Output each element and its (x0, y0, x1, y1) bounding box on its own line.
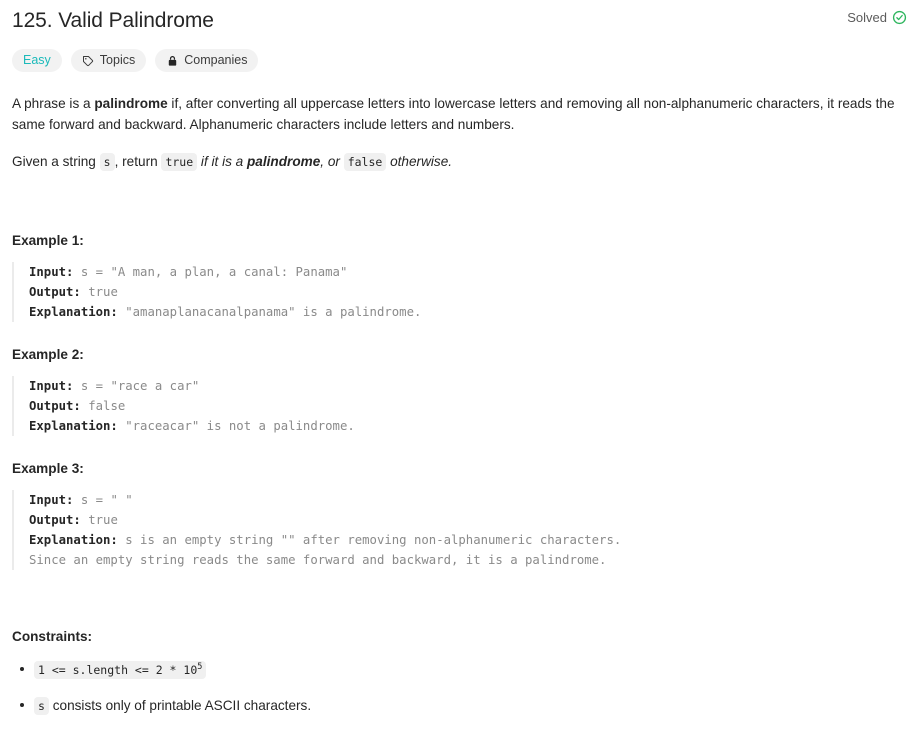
desc2-italic-1: if it is a (197, 154, 247, 169)
companies-badge[interactable]: Companies (155, 49, 259, 72)
constraint-2-suffix: consists only of printable ASCII charact… (48, 698, 312, 713)
inline-code-true: true (161, 153, 198, 171)
description-paragraph-2: Given a string s, return true if it is a… (12, 151, 907, 173)
example-2-heading: Example 2: (12, 347, 84, 362)
difficulty-badge-label: Easy (23, 53, 51, 68)
example-1-heading: Example 1: (12, 233, 84, 248)
example-block-3: Example 3: Input: s = " " Output: true E… (12, 458, 907, 570)
example-3-input-value: s = " " (73, 493, 133, 507)
status-badge: Solved (847, 10, 907, 25)
constraint-2-code-text: s (38, 699, 45, 713)
example-2-explanation-label: Explanation: (29, 419, 118, 433)
constraint-1-code: 1 <= s.length <= 2 * 105 (34, 661, 207, 679)
lock-icon (166, 55, 178, 67)
example-2-explanation-value: "raceacar" is not a palindrome. (117, 419, 355, 433)
example-3-heading: Example 3: (12, 461, 84, 476)
example-1-output-label: Output: (29, 285, 81, 299)
tag-icon (82, 55, 94, 67)
constraint-item-2: s consists only of printable ASCII chara… (20, 695, 907, 717)
constraints-list: 1 <= s.length <= 2 * 105 s consists only… (12, 659, 907, 717)
example-1-input-value: s = "A man, a plan, a canal: Panama" (73, 265, 348, 279)
problem-description-panel: 125. Valid Palindrome Solved Easy Topics… (0, 0, 919, 736)
example-block-1: Example 1: Input: s = "A man, a plan, a … (12, 230, 907, 322)
example-1-output-value: true (80, 285, 118, 299)
example-3-explanation-value: s is an empty string "" after removing n… (29, 533, 622, 567)
desc2-part1: Given a string (12, 154, 100, 169)
status-label: Solved (847, 10, 887, 25)
constraint-1-code-text: 1 <= s.length <= 2 * 10 (38, 663, 198, 677)
topics-badge-label: Topics (99, 53, 136, 68)
title-row: 125. Valid Palindrome Solved (12, 0, 907, 36)
inline-code-s: s (99, 153, 115, 171)
example-3-input-label: Input: (29, 493, 74, 507)
example-2-content: Input: s = "race a car" Output: false Ex… (12, 376, 907, 436)
companies-badge-label: Companies (184, 53, 248, 68)
constraint-2-code: s (34, 697, 49, 715)
check-circle-icon (892, 10, 907, 25)
example-block-2: Example 2: Input: s = "race a car" Outpu… (12, 344, 907, 436)
page-title: 125. Valid Palindrome (12, 9, 214, 32)
constraint-1-exponent: 5 (197, 662, 203, 673)
desc2-part2: , return (114, 154, 162, 169)
inline-code-false: false (343, 153, 387, 171)
example-3-explanation-label: Explanation: (29, 533, 118, 547)
example-2-output-label: Output: (29, 399, 81, 413)
example-1-explanation-value: "amanaplanacanalpanama" is a palindrome. (117, 305, 422, 319)
desc2-italic-3: otherwise. (386, 154, 453, 169)
example-1-input-label: Input: (29, 265, 74, 279)
example-1-explanation-label: Explanation: (29, 305, 118, 319)
example-1-content: Input: s = "A man, a plan, a canal: Pana… (12, 262, 907, 322)
desc2-bolditalic-palindrome: palindrome (247, 154, 321, 169)
difficulty-badge[interactable]: Easy (12, 49, 62, 72)
topics-badge[interactable]: Topics (70, 49, 147, 72)
constraints-heading: Constraints: (12, 629, 93, 644)
constraint-item-1: 1 <= s.length <= 2 * 105 (20, 659, 907, 681)
desc1-bold-palindrome: palindrome (94, 96, 168, 111)
example-2-input-label: Input: (29, 379, 74, 393)
example-3-output-label: Output: (29, 513, 81, 527)
example-3-content: Input: s = " " Output: true Explanation:… (12, 490, 907, 570)
desc1-part1: A phrase is a (12, 96, 95, 111)
description-paragraph-1: A phrase is a palindrome if, after conve… (12, 93, 907, 135)
example-2-input-value: s = "race a car" (73, 379, 200, 393)
desc2-italic-2: , or (320, 154, 344, 169)
example-3-output-value: true (80, 513, 118, 527)
badge-row: Easy Topics Companies (12, 49, 907, 72)
example-2-output-value: false (80, 399, 126, 413)
